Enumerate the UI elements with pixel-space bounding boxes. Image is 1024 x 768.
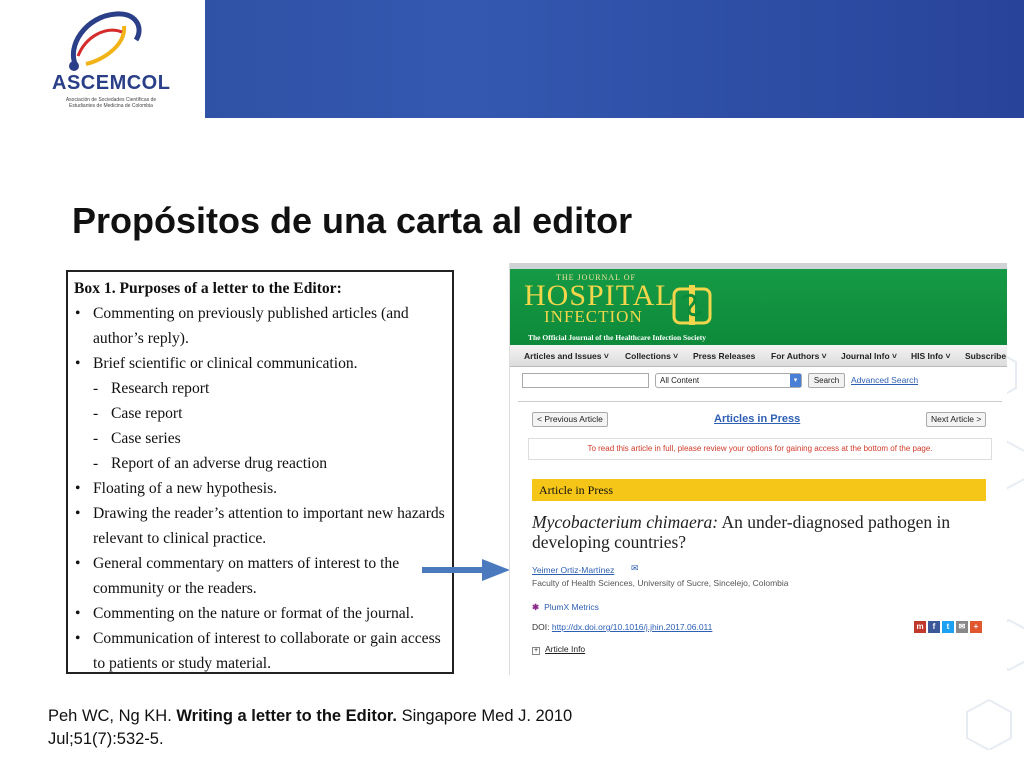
purpose-bullet-item: Brief scientific or clinical communicati…: [74, 351, 446, 376]
doi-label: DOI:: [532, 622, 552, 632]
purpose-sub-item: - Report of an adverse drug reaction: [74, 451, 446, 476]
logo-wordmark: ASCEMCOL: [52, 72, 171, 94]
nav-for-authors[interactable]: For Authors ˅: [771, 351, 827, 361]
chevron-down-icon: ▾: [790, 374, 801, 387]
expand-icon: +: [532, 647, 540, 655]
next-article-button[interactable]: Next Article >: [926, 412, 987, 427]
nav-subscribe[interactable]: Subscribe: [965, 351, 1006, 361]
journal-nav: Articles and Issues ˅ Collections ˅ Pres…: [510, 345, 1007, 367]
purpose-sub-text: Case series: [111, 430, 181, 447]
more-share-icon[interactable]: +: [970, 621, 982, 633]
doi-line: DOI: http://dx.doi.org/10.1016/j.jhin.20…: [532, 622, 712, 632]
purpose-sub-text: Case report: [111, 405, 183, 422]
journal-emblem-icon: [672, 285, 712, 325]
search-input[interactable]: [522, 373, 649, 388]
purpose-bullet-item: Commenting on previously published artic…: [74, 301, 446, 351]
author-affiliation: Faculty of Health Sciences, University o…: [532, 578, 789, 588]
email-share-icon[interactable]: ✉: [956, 621, 968, 633]
mendeley-share-icon[interactable]: m: [914, 621, 926, 633]
share-icons: m f t ✉ +: [914, 621, 982, 633]
author-link[interactable]: Yeimer Ortiz-Martínez: [532, 565, 614, 575]
purpose-bullet-item: Floating of a new hypothesis.: [74, 476, 446, 501]
article-title: Mycobacterium chimaera: An under-diagnos…: [532, 512, 992, 552]
purpose-sub-item: - Case report: [74, 401, 446, 426]
purpose-sub-text: Report of an adverse drug reaction: [111, 455, 328, 472]
nav-his-info[interactable]: HIS Info ˅: [911, 351, 950, 361]
dash-marker: -: [93, 430, 99, 447]
nav-collections[interactable]: Collections ˅: [625, 351, 678, 361]
article-title-italic: Mycobacterium chimaera:: [532, 512, 719, 532]
facebook-share-icon[interactable]: f: [928, 621, 940, 633]
journal-banner: THE JOURNAL OF HOSPITAL INFECTION The Of…: [510, 263, 1007, 345]
purpose-sub-item: - Research report: [74, 376, 446, 401]
nav-journal-info[interactable]: Journal Info ˅: [841, 351, 897, 361]
plumx-label: PlumX Metrics: [544, 602, 599, 612]
purpose-bullet-item: Commenting on the nature or format of th…: [74, 601, 446, 626]
article-in-press-bar: Article in Press: [532, 479, 986, 501]
email-icon[interactable]: ✉: [631, 563, 639, 574]
journal-tagline: The Official Journal of the Healthcare I…: [528, 333, 706, 342]
plumx-metrics-link[interactable]: ✱ PlumX Metrics: [532, 602, 599, 613]
purpose-sub-item: - Case series: [74, 426, 446, 451]
journal-screenshot: THE JOURNAL OF HOSPITAL INFECTION The Of…: [509, 263, 1007, 675]
ascemcol-logo: ASCEMCOL Asociación de Sociedades Cientí…: [0, 0, 205, 118]
previous-article-button[interactable]: < Previous Article: [532, 412, 608, 427]
articles-in-press-link[interactable]: Articles in Press: [714, 413, 800, 425]
header-band: ASCEMCOL Asociación de Sociedades Cientí…: [0, 0, 1024, 118]
access-notice: To read this article in full, please rev…: [528, 438, 992, 460]
twitter-share-icon[interactable]: t: [942, 621, 954, 633]
purposes-box: Box 1. Purposes of a letter to the Edito…: [66, 270, 454, 674]
purposes-list: Commenting on previously published artic…: [74, 301, 446, 676]
search-button[interactable]: Search: [808, 373, 845, 388]
arrow-right-icon: [422, 559, 510, 581]
citation: Peh WC, Ng KH. Writing a letter to the E…: [48, 705, 668, 751]
dash-marker: -: [93, 405, 99, 422]
logo-subtitle: Asociación de Sociedades Científicas de …: [65, 97, 157, 109]
content-select-value: All Content: [660, 376, 700, 385]
purpose-bullet-item: General commentary on matters of interes…: [74, 551, 446, 601]
purpose-bullet-item: Drawing the reader’s attention to import…: [74, 501, 446, 551]
advanced-search-link[interactable]: Advanced Search: [851, 373, 918, 388]
nav-articles-issues[interactable]: Articles and Issues ˅: [524, 351, 609, 361]
purpose-sub-text: Research report: [111, 380, 210, 397]
article-panel: < Previous Article Articles in Press Nex…: [518, 401, 1002, 675]
citation-title: Writing a letter to the Editor.: [176, 707, 397, 725]
slide-title: Propósitos de una carta al editor: [72, 200, 633, 241]
article-info-toggle[interactable]: + Article Info: [532, 644, 585, 655]
plumx-icon: ✱: [532, 602, 540, 612]
purpose-bullet-item: Communication of interest to collaborate…: [74, 626, 446, 676]
dash-marker: -: [93, 380, 99, 397]
dna-logo-icon: [69, 11, 142, 71]
dash-marker: -: [93, 455, 99, 472]
journal-name-line2: INFECTION: [544, 307, 643, 326]
nav-press-releases[interactable]: Press Releases: [693, 351, 755, 361]
article-info-link[interactable]: Article Info: [545, 644, 585, 654]
doi-link[interactable]: http://dx.doi.org/10.1016/j.jhin.2017.06…: [552, 622, 713, 632]
citation-authors: Peh WC, Ng KH.: [48, 707, 177, 725]
box-title: Box 1. Purposes of a letter to the Edito…: [74, 280, 342, 297]
content-select[interactable]: All Content ▾: [655, 373, 802, 388]
